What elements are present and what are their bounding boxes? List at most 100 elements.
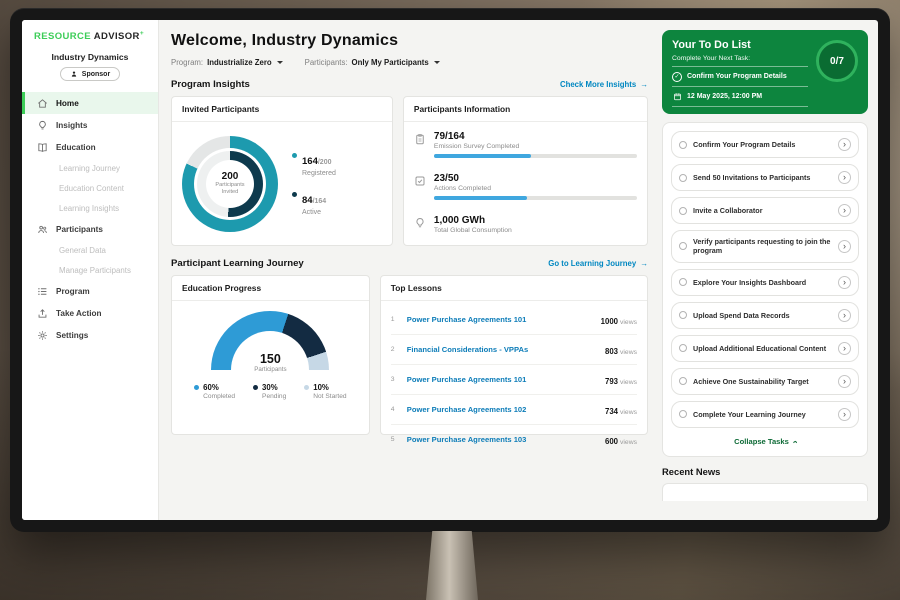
legend-item: 60% Completed: [194, 383, 235, 400]
chevron-right-icon[interactable]: ›: [838, 171, 851, 184]
lesson-row: 5 Power Purchase Agreements 103 600views: [391, 425, 637, 454]
participants-filter[interactable]: Participants: Only My Participants: [305, 58, 440, 67]
participants-information-card: Participants Information 79/164 Emission…: [403, 96, 648, 246]
task-checkbox[interactable]: [679, 344, 687, 352]
legend-item: 164/200 Registered: [292, 151, 336, 177]
lesson-link[interactable]: Power Purchase Agreements 101: [407, 375, 597, 384]
sidebar-item[interactable]: Home: [22, 92, 158, 114]
chevron-down-icon: [277, 61, 283, 64]
chevron-right-icon[interactable]: ›: [838, 408, 851, 421]
stat-icon: [414, 133, 426, 145]
chevron-right-icon[interactable]: ›: [838, 204, 851, 217]
chevron-right-icon[interactable]: ›: [838, 138, 851, 151]
sidebar-item[interactable]: Insights: [22, 114, 158, 136]
lesson-rank: 3: [391, 376, 399, 383]
lesson-link[interactable]: Financial Considerations - VPPAs: [407, 345, 597, 354]
lesson-views: 600views: [605, 431, 637, 449]
lesson-link[interactable]: Power Purchase Agreements 101: [407, 315, 593, 324]
go-to-learning-journey-link[interactable]: Go to Learning Journey →: [548, 259, 648, 268]
task-row[interactable]: Complete Your Learning Journey ›: [671, 401, 859, 428]
task-checkbox[interactable]: [679, 377, 687, 385]
sidebar-item[interactable]: Education Content: [22, 178, 158, 198]
task-row[interactable]: Confirm Your Program Details ›: [671, 131, 859, 158]
next-task-label: Confirm Your Program Details: [687, 73, 787, 80]
sponsor-badge[interactable]: Sponsor: [60, 67, 120, 81]
legend-total: /200: [318, 159, 332, 166]
legend-percent: 60%: [203, 383, 235, 392]
sidebar-item[interactable]: Settings: [22, 324, 158, 346]
lesson-link[interactable]: Power Purchase Agreements 103: [407, 435, 597, 444]
task-row[interactable]: Explore Your Insights Dashboard ›: [671, 269, 859, 296]
app-logo: RESOURCE ADVISOR+: [22, 30, 158, 42]
top-lessons-card: Top Lessons 1 Power Purchase Agreements …: [380, 275, 648, 435]
card-title: Participants Information: [404, 97, 647, 122]
todo-panel: 0/7 Your To Do List Complete Your Next T…: [660, 20, 878, 520]
sidebar-item-label: Participants: [56, 225, 103, 234]
task-label: Verify participants requesting to join t…: [693, 237, 832, 256]
task-row[interactable]: Invite a Collaborator ›: [671, 197, 859, 224]
task-checkbox[interactable]: [679, 174, 687, 182]
sidebar-item-label: Home: [56, 99, 79, 108]
task-checkbox[interactable]: [679, 207, 687, 215]
sidebar-item[interactable]: Manage Participants: [22, 260, 158, 280]
monitor-stand: [426, 531, 478, 600]
program-insights-header: Program Insights Check More Insights →: [171, 79, 648, 90]
stat-value: 1,000 GWh: [434, 215, 637, 226]
legend-total: /164: [313, 198, 327, 205]
collapse-tasks-button[interactable]: Collapse Tasks ›: [671, 434, 859, 454]
lesson-views: 803views: [605, 341, 637, 359]
task-checkbox[interactable]: [679, 311, 687, 319]
chevron-right-icon[interactable]: ›: [838, 342, 851, 355]
task-row[interactable]: Verify participants requesting to join t…: [671, 230, 859, 263]
page-title: Welcome, Industry Dynamics: [171, 32, 648, 50]
task-checkbox[interactable]: [679, 278, 687, 286]
task-checkbox[interactable]: [679, 141, 687, 149]
chevron-right-icon[interactable]: ›: [838, 375, 851, 388]
task-checkbox[interactable]: [679, 410, 687, 418]
sidebar-item[interactable]: Education: [22, 136, 158, 158]
section-title-learning-journey: Participant Learning Journey: [171, 258, 304, 269]
sidebar-item[interactable]: General Data: [22, 240, 158, 260]
recent-news-card: [662, 483, 868, 501]
task-checkbox[interactable]: [679, 242, 687, 250]
app-window: RESOURCE ADVISOR+ Industry Dynamics Spon…: [22, 20, 878, 520]
sidebar-item[interactable]: Program: [22, 280, 158, 302]
program-filter[interactable]: Program: Industrialize Zero: [171, 58, 283, 67]
sidebar-item-label: Learning Insights: [59, 204, 119, 213]
sidebar-nav: Home Insights Education: [22, 92, 158, 346]
legend-item: 10% Not Started: [304, 383, 346, 400]
sidebar-item-label: Education: [56, 143, 96, 152]
next-task-row[interactable]: ✓ Confirm Your Program Details: [672, 66, 808, 87]
sidebar-item[interactable]: Learning Insights: [22, 198, 158, 218]
sidebar-item[interactable]: Learning Journey: [22, 158, 158, 178]
lesson-link[interactable]: Power Purchase Agreements 102: [407, 405, 597, 414]
task-row[interactable]: Upload Spend Data Records ›: [671, 302, 859, 329]
chevron-right-icon[interactable]: ›: [838, 309, 851, 322]
task-label: Explore Your Insights Dashboard: [693, 278, 832, 287]
sidebar-item-icon: [37, 330, 48, 341]
task-row[interactable]: Achieve One Sustainability Target ›: [671, 368, 859, 395]
sidebar-item-label: General Data: [59, 246, 106, 255]
check-more-insights-link[interactable]: Check More Insights →: [560, 80, 648, 89]
logo-plus: +: [140, 30, 144, 37]
task-row[interactable]: Send 50 Invitations to Participants ›: [671, 164, 859, 191]
legend-dot: [292, 192, 297, 197]
logo-primary: RESOURCE: [34, 31, 91, 42]
sidebar-item[interactable]: Participants: [22, 218, 158, 240]
task-label: Achieve One Sustainability Target: [693, 377, 832, 386]
participants-filter-label: Participants:: [305, 58, 348, 67]
education-gauge-chart: 150 Participants: [211, 311, 329, 373]
invited-donut-chart: 200 Participants Invited: [182, 136, 278, 232]
card-title: Top Lessons: [381, 276, 647, 301]
sidebar: RESOURCE ADVISOR+ Industry Dynamics Spon…: [22, 20, 159, 520]
chevron-right-icon[interactable]: ›: [838, 240, 851, 253]
recent-news-title: Recent News: [662, 466, 868, 477]
progress-bar-fill: [434, 154, 531, 158]
stat-value: 79/164: [434, 131, 637, 142]
sidebar-item-icon: [37, 120, 48, 131]
chevron-right-icon[interactable]: ›: [838, 276, 851, 289]
task-row[interactable]: Upload Additional Educational Content ›: [671, 335, 859, 362]
sidebar-item[interactable]: Take Action: [22, 302, 158, 324]
legend-dot: [194, 385, 199, 390]
program-filter-value: Industrialize Zero: [207, 58, 272, 67]
